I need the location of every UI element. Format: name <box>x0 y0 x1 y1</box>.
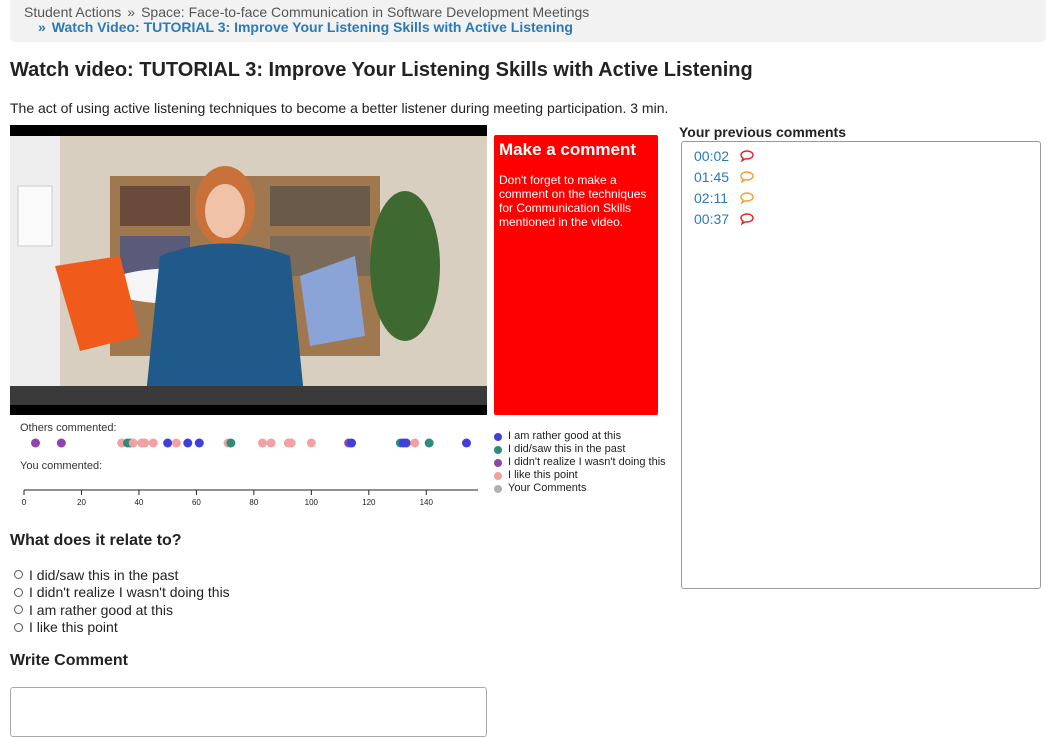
relate-option[interactable]: I did/saw this in the past <box>14 566 230 584</box>
breadcrumb: Student Actions» Space: Face-to-face Comm… <box>10 0 1046 42</box>
timeline-comment-dot[interactable] <box>462 438 472 448</box>
legend-item: I am rather good at this <box>494 430 666 443</box>
video-description: The act of using active listening techni… <box>10 100 669 116</box>
timeline-legend: I am rather good at this I did/saw this i… <box>494 430 666 495</box>
previous-comment-item[interactable]: 00:37 <box>694 209 754 229</box>
timeline-axis-tick-label: 0 <box>22 498 27 507</box>
timeline-comment-dot[interactable] <box>347 438 357 448</box>
timeline-axis-tick-label: 140 <box>420 498 434 507</box>
timeline-comment-dot[interactable] <box>163 438 173 448</box>
timeline-axis-tick-label: 60 <box>192 498 201 507</box>
make-comment-panel[interactable]: Make a comment Don't forget to make a co… <box>494 135 658 415</box>
breadcrumb-line-1: Student Actions » Space: Face-to-face Comm… <box>24 4 589 20</box>
relate-option-label: I didn't realize I wasn't doing this <box>29 584 230 601</box>
make-comment-hint: Don't forget to make a comment on the te… <box>499 173 647 229</box>
timeline-comment-dot[interactable] <box>56 438 66 448</box>
legend-dot-icon <box>494 484 502 493</box>
legend-dot-icon <box>494 458 502 467</box>
timeline-comment-dot[interactable] <box>306 438 316 448</box>
timeline-chart: 0 20 40 60 80 100 120 140 <box>22 438 478 507</box>
previous-comments-label: Your previous comments <box>679 124 847 140</box>
previous-comment-item[interactable]: 01:45 <box>694 167 754 187</box>
timeline-axis-tick-label: 100 <box>305 498 319 507</box>
relate-option-label: I am rather good at this <box>29 601 173 618</box>
timeline-axis-tick-label: 40 <box>134 498 143 507</box>
previous-comment-time[interactable]: 00:37 <box>694 211 740 227</box>
legend-item: I did/saw this in the past <box>494 443 666 456</box>
write-comment-heading: Write Comment <box>10 652 128 669</box>
timeline-comment-dot[interactable] <box>286 438 296 448</box>
timeline-comment-dot[interactable] <box>401 438 411 448</box>
breadcrumb-current-video[interactable]: Watch Video: TUTORIAL 3: Improve Your Li… <box>52 19 573 35</box>
make-comment-heading: Make a comment <box>499 140 636 159</box>
breadcrumb-separator: » <box>38 19 46 35</box>
timeline-comment-dot[interactable] <box>30 438 40 448</box>
legend-label: I am rather good at this <box>508 430 622 442</box>
timeline-comment-dot[interactable] <box>194 438 204 448</box>
previous-comment-time[interactable]: 02:11 <box>694 190 740 206</box>
timeline-comment-dot[interactable] <box>424 438 434 448</box>
legend-dot-icon <box>494 471 502 480</box>
legend-item: I like this point <box>494 469 666 482</box>
video-player[interactable] <box>10 125 487 415</box>
relate-options: I did/saw this in the past I didn't reali… <box>14 566 230 636</box>
relate-option[interactable]: I like this point <box>14 619 230 637</box>
previous-comment-item[interactable]: 00:02 <box>694 146 754 166</box>
timeline-axis-tick-label: 80 <box>249 498 258 507</box>
timeline-comment-dot[interactable] <box>226 438 236 448</box>
relate-option[interactable]: I am rather good at this <box>14 601 230 619</box>
video-frame <box>10 136 487 405</box>
comment-textarea[interactable] <box>10 687 487 737</box>
timeline-axis-tick-label: 20 <box>77 498 86 507</box>
previous-comment-item[interactable]: 02:11 <box>694 188 754 208</box>
relate-heading: What does it relate to? <box>10 532 182 549</box>
radio-button[interactable] <box>14 587 23 597</box>
legend-item: I didn't realize I wasn't doing this <box>494 456 666 469</box>
previous-comment-time[interactable]: 00:02 <box>694 148 740 164</box>
timeline-comment-dot[interactable] <box>140 438 150 448</box>
previous-comment-time[interactable]: 01:45 <box>694 169 740 185</box>
relate-option[interactable]: I didn't realize I wasn't doing this <box>14 584 230 602</box>
timeline-comment-dot[interactable] <box>148 438 158 448</box>
speech-bubble-icon <box>740 150 754 162</box>
timeline-comment-dot[interactable] <box>410 438 420 448</box>
speech-bubble-icon <box>740 171 754 183</box>
legend-label: I did/saw this in the past <box>508 443 626 455</box>
radio-button[interactable] <box>14 605 23 615</box>
timeline-comment-dot[interactable] <box>266 438 276 448</box>
speech-bubble-icon <box>740 192 754 204</box>
legend-dot-icon <box>494 445 502 454</box>
breadcrumb-student-actions[interactable]: Student Actions <box>24 4 121 20</box>
relate-option-label: I did/saw this in the past <box>29 566 179 583</box>
page-title: Watch video: TUTORIAL 3: Improve Your Li… <box>10 59 753 81</box>
radio-button[interactable] <box>14 570 23 580</box>
timeline-comment-dot[interactable] <box>171 438 181 448</box>
comment-timeline: Others commented: You commented: 0 20 40 60… <box>10 418 490 512</box>
legend-label: Your Comments <box>508 482 587 494</box>
timeline-axis-tick-label: 120 <box>362 498 376 507</box>
timeline-comment-dot[interactable] <box>183 438 193 448</box>
legend-dot-icon <box>494 432 502 441</box>
legend-label: I like this point <box>508 469 578 481</box>
relate-option-label: I like this point <box>29 619 118 636</box>
breadcrumb-space[interactable]: Space: Face-to-face Communication in Sof… <box>141 4 589 20</box>
radio-button[interactable] <box>14 622 23 632</box>
breadcrumb-separator: » <box>127 4 136 20</box>
timeline-comment-dot[interactable] <box>128 438 138 448</box>
timeline-comment-dot[interactable] <box>257 438 267 448</box>
breadcrumb-line-2: » Watch Video: TUTORIAL 3: Improve Your L… <box>28 19 573 35</box>
legend-label: I didn't realize I wasn't doing this <box>508 456 666 468</box>
legend-item: Your Comments <box>494 482 666 495</box>
speech-bubble-icon <box>740 213 754 225</box>
previous-comments-list: 00:02 01:45 02:11 00:37 <box>681 141 1041 589</box>
